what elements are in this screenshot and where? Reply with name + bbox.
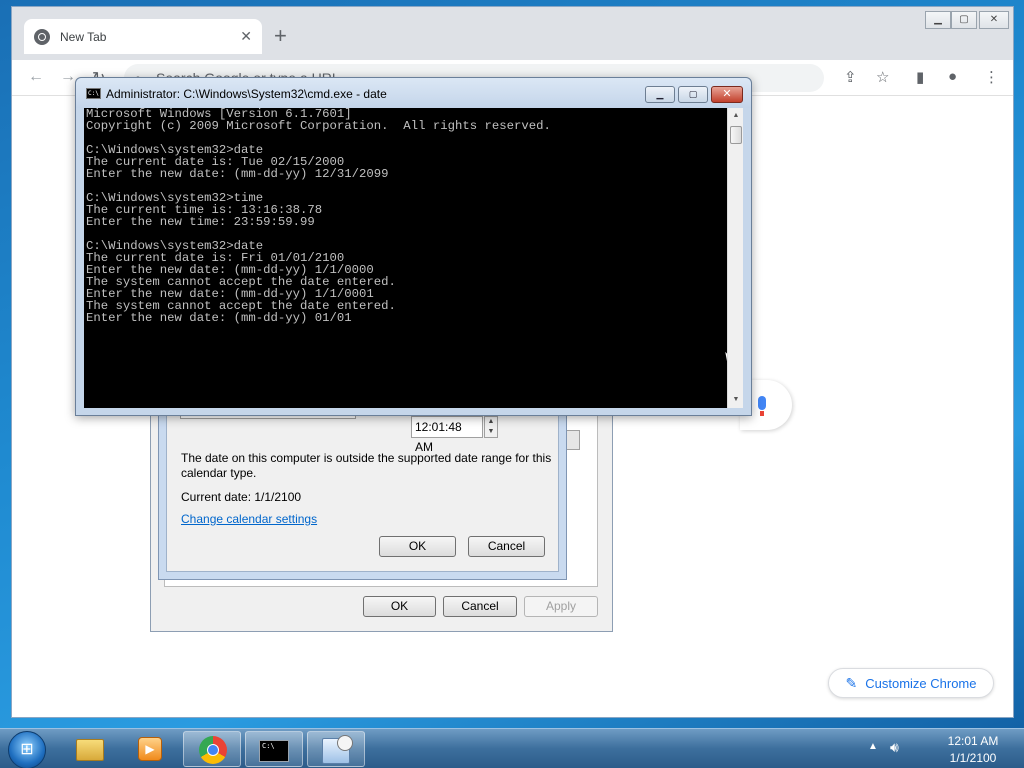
dt-apply-button[interactable]: Apply bbox=[524, 596, 598, 617]
share-icon[interactable]: ⇪ bbox=[844, 68, 857, 86]
taskbar-chrome[interactable] bbox=[183, 731, 241, 767]
customize-chrome-label: Customize Chrome bbox=[865, 675, 977, 691]
console-line: Enter the new time: 23:59:59.99 bbox=[86, 215, 315, 229]
cd-cancel-button[interactable]: Cancel bbox=[468, 536, 545, 557]
profile-avatar-icon[interactable]: ● bbox=[948, 68, 957, 85]
change-calendar-settings-link[interactable]: Change calendar settings bbox=[181, 512, 317, 526]
show-hidden-icons-icon[interactable]: ▲ bbox=[868, 741, 878, 752]
back-button[interactable]: ← bbox=[28, 68, 44, 86]
spin-up-icon[interactable]: ▲ bbox=[485, 417, 497, 427]
taskbar-cmd[interactable]: C:\ bbox=[245, 731, 303, 767]
calendar-clock-icon bbox=[322, 735, 353, 764]
console-line: Copyright (c) 2009 Microsoft Corporation… bbox=[86, 119, 551, 133]
microphone-icon bbox=[758, 396, 766, 416]
chrome-tabstrip: New Tab ✕ + ▁ ▢ ✕ bbox=[12, 7, 1013, 60]
partial-button-edge bbox=[566, 430, 580, 450]
forward-button[interactable]: → bbox=[60, 68, 76, 86]
cmd-icon: C:\ bbox=[259, 740, 289, 762]
current-date-text: Current date: 1/1/2100 bbox=[181, 490, 302, 504]
change-date-body: 12:01:48 AM ▲ ▼ The date on this compute… bbox=[166, 401, 559, 572]
tab-close-icon[interactable]: ✕ bbox=[240, 28, 252, 45]
new-tab-button[interactable]: + bbox=[274, 25, 287, 47]
customize-chrome-button[interactable]: ✎ Customize Chrome bbox=[828, 668, 994, 698]
chrome-close-button[interactable]: ✕ bbox=[979, 11, 1009, 29]
chrome-minimize-button[interactable]: ▁ bbox=[925, 11, 951, 29]
console-line: Enter the new date: (mm-dd-yy) 01/01 bbox=[86, 311, 352, 325]
dt-cancel-button[interactable]: Cancel bbox=[443, 596, 517, 617]
dt-ok-button[interactable]: OK bbox=[363, 596, 436, 617]
spin-down-icon[interactable]: ▼ bbox=[485, 427, 497, 437]
console-lines: Microsoft Windows [Version 6.1.7601] Copy… bbox=[86, 108, 551, 324]
tab-title: New Tab bbox=[60, 29, 107, 44]
cmd-minimize-button[interactable]: ▁ bbox=[645, 86, 675, 103]
taskbar-date-time[interactable] bbox=[307, 731, 365, 767]
clock-time: 12:01 AM bbox=[947, 734, 999, 748]
chrome-icon bbox=[199, 736, 227, 764]
out-of-range-message: The date on this computer is outside the… bbox=[181, 451, 552, 480]
cmd-titlebar[interactable]: C:\ Administrator: C:\Windows\System32\c… bbox=[76, 78, 751, 108]
cmd-window: C:\ Administrator: C:\Windows\System32\c… bbox=[75, 77, 752, 416]
pencil-icon: ✎ bbox=[845, 674, 858, 691]
cmd-window-title: Administrator: C:\Windows\System32\cmd.e… bbox=[106, 87, 387, 101]
change-date-dialog: 12:01:48 AM ▲ ▼ The date on this compute… bbox=[158, 400, 567, 580]
taskbar-media-player[interactable]: ▶ bbox=[120, 731, 178, 767]
taskbar-clock[interactable]: 12:01 AM 1/1/2100 bbox=[930, 733, 1016, 767]
console-scrollbar[interactable]: ▲ ▼ bbox=[727, 108, 743, 408]
tab-new-tab[interactable]: New Tab ✕ bbox=[24, 19, 262, 54]
console-output[interactable]: Microsoft Windows [Version 6.1.7601] Copy… bbox=[84, 108, 738, 408]
more-menu-icon[interactable]: ⋮ bbox=[984, 68, 999, 86]
scroll-thumb[interactable] bbox=[730, 126, 742, 144]
taskbar: ⊞ ▶ C:\ ▲ 🔊︎ 12:01 AM 1/1/2100 bbox=[0, 728, 1024, 768]
chrome-maximize-button[interactable]: ▢ bbox=[951, 11, 977, 29]
cmd-maximize-button[interactable]: ▢ bbox=[678, 86, 708, 103]
chrome-favicon-icon bbox=[34, 28, 50, 45]
cmd-app-icon: C:\ bbox=[86, 88, 101, 99]
folder-icon bbox=[76, 739, 104, 761]
cd-ok-button[interactable]: OK bbox=[379, 536, 456, 557]
clock-date: 1/1/2100 bbox=[949, 751, 997, 765]
bookmark-star-icon[interactable]: ☆ bbox=[876, 68, 889, 86]
time-spinner-arrows[interactable]: ▲ ▼ bbox=[484, 416, 498, 438]
scroll-down-icon[interactable]: ▼ bbox=[728, 392, 744, 408]
start-button[interactable]: ⊞ bbox=[8, 731, 46, 768]
taskbar-explorer[interactable] bbox=[60, 731, 118, 767]
scroll-up-icon[interactable]: ▲ bbox=[728, 108, 744, 124]
cmd-close-button[interactable]: ✕ bbox=[711, 86, 743, 103]
media-player-icon: ▶ bbox=[138, 737, 162, 761]
side-panel-icon[interactable]: ▮ bbox=[916, 68, 924, 86]
volume-icon[interactable]: 🔊︎ bbox=[890, 739, 899, 756]
console-line: Enter the new date: (mm-dd-yy) 12/31/209… bbox=[86, 167, 389, 181]
time-input[interactable]: 12:01:48 AM bbox=[411, 416, 483, 454]
